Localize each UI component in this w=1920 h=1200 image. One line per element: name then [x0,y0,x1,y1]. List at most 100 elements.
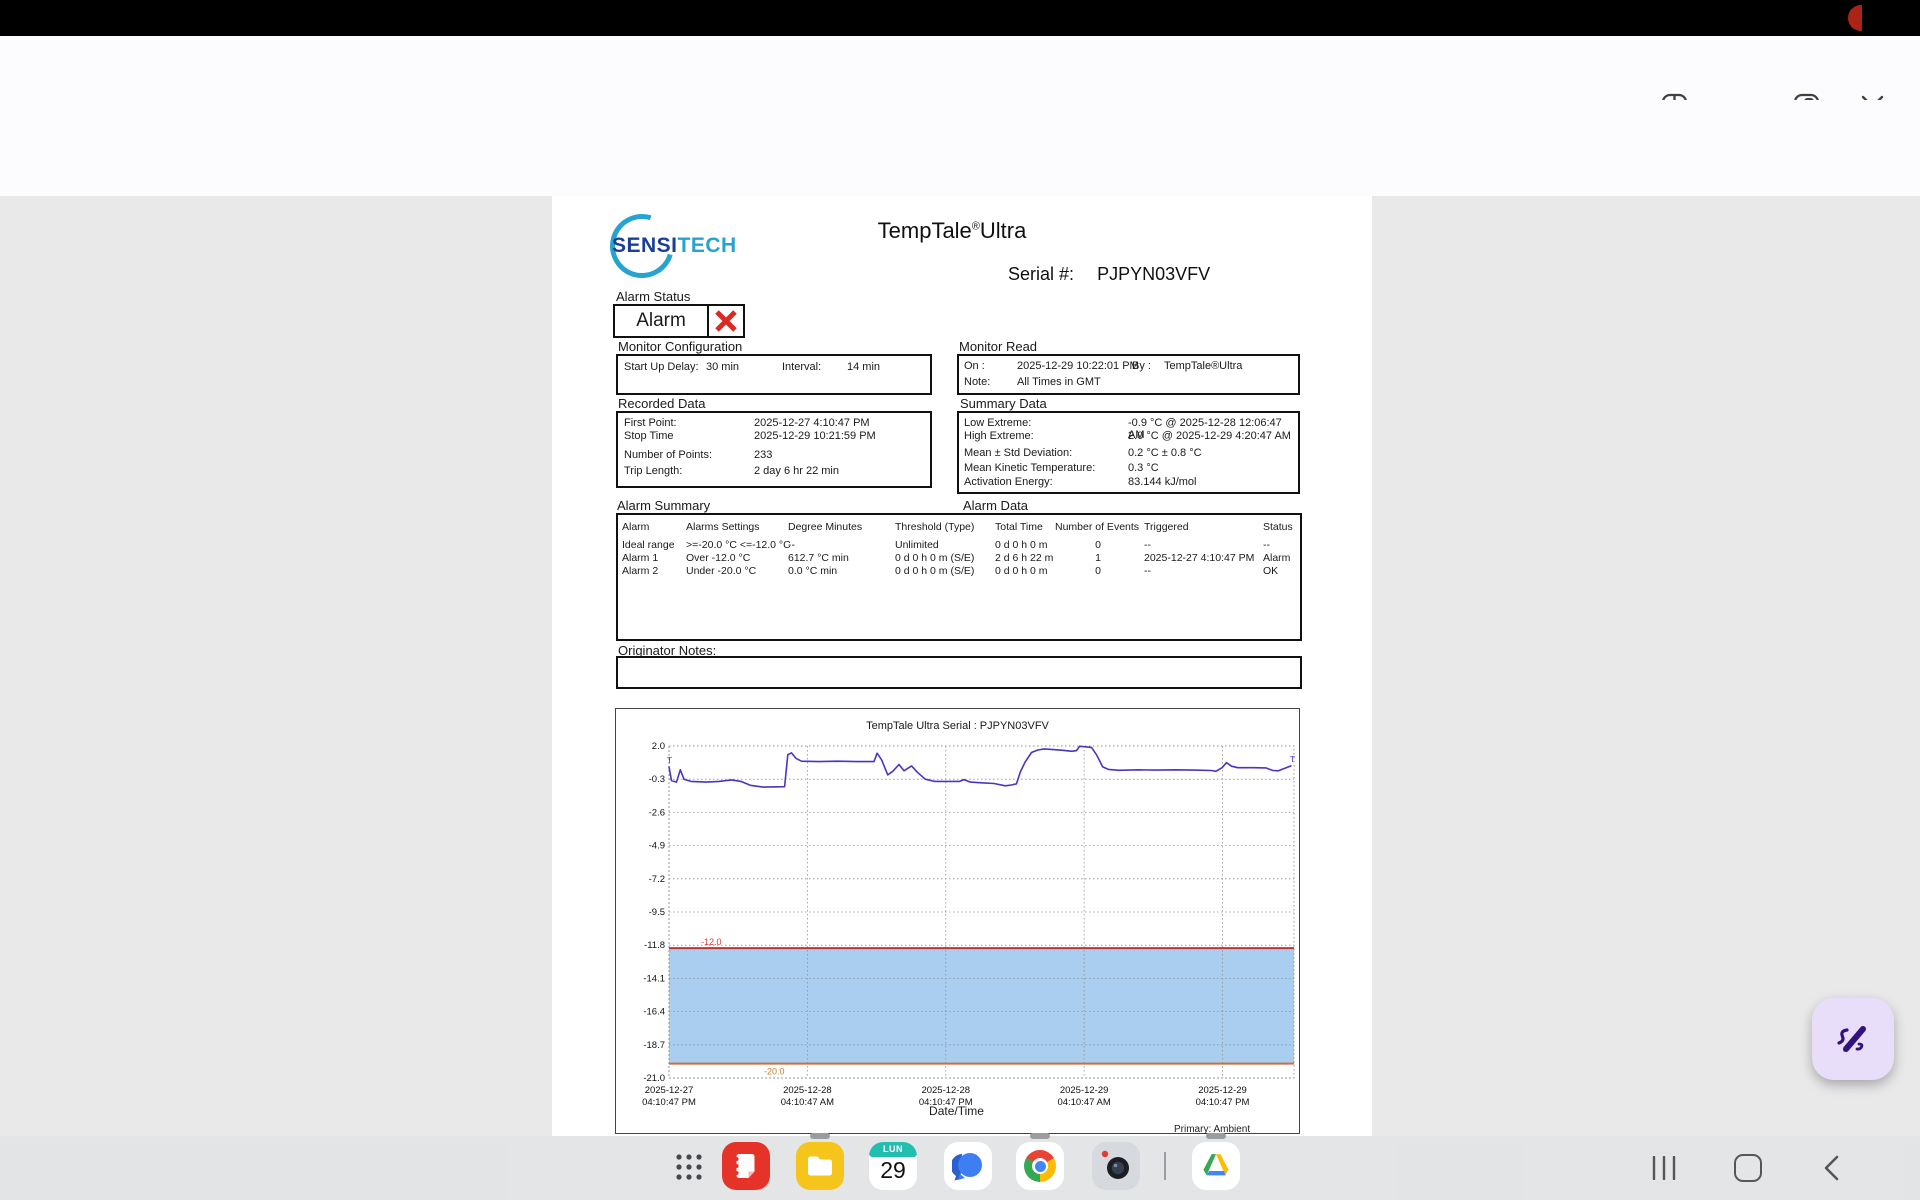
field-text: 2025-12-27 4:10:47 PM [1144,552,1255,564]
running-app-pill [810,1133,830,1139]
y-tick-label: -21.0 [643,1073,665,1084]
drive-icon [1203,1154,1229,1176]
app-messages-button[interactable] [944,1142,992,1190]
back-icon [1824,1155,1839,1181]
field-text: Alarm [622,521,650,533]
field-text: Ideal range [622,539,675,551]
app-chrome-button[interactable] [1016,1142,1064,1190]
field-text: Alarm [1263,552,1291,564]
field-text: -- [788,539,795,551]
temperature-series [668,745,1292,788]
field-text: -- [1144,565,1151,577]
read-note-label: Note: [964,376,991,388]
chrome-icon [1024,1150,1056,1182]
nav-home-button[interactable] [1728,1148,1768,1188]
field-text: Alarms Settings [686,521,760,533]
app-notes-button[interactable] [722,1142,770,1190]
report-title-name: TempTale [877,218,972,243]
alarm-data-heading: Alarm Data [963,498,1029,513]
field-text: Triggered [1144,521,1189,533]
alarm-table: Alarm Alarms Settings Degree Minutes Thresh… [616,513,1302,641]
summary-data-heading: Summary Data [960,396,1047,411]
monitor-read-heading: Monitor Read [959,339,1038,354]
field-text: Alarm 1 [622,552,659,564]
field-text: Unlimited [895,539,939,551]
nav-back-button[interactable] [1812,1148,1852,1188]
running-app-pill [1030,1133,1050,1139]
pdf-page: SENSITECH TempTale®Ultra Serial #: PJPYN… [552,196,1372,1200]
field-text: 0 d 0 h 0 m [995,539,1048,551]
calendar-day-label: 29 [880,1157,906,1183]
recents-icon [1652,1156,1676,1180]
field-text: 2 d 6 h 22 m [995,552,1054,564]
monitor-config-heading: Monitor Configuration [618,339,743,354]
x-tick-date: 2025-12-29 [1060,1085,1109,1096]
field-text: Alarm 2 [622,565,659,577]
field-text: Threshold (Type) [895,521,975,533]
alarm-x-icon [709,306,743,336]
field-text: Low Extreme: [964,417,1032,429]
annotate-fab[interactable] [1812,998,1894,1080]
y-tick-label: -7.2 [649,874,665,885]
calendar-month-label: LUN [869,1142,917,1157]
y-tick-label: -0.3 [649,774,665,785]
app-drive-button[interactable] [1192,1142,1240,1190]
app-my-files-button[interactable] [796,1142,844,1190]
field-text: 0.2 °C ± 0.8 °C [1128,447,1202,459]
report-title: TempTale®Ultra [832,218,1072,244]
field-text: Under -20.0 °C [686,565,757,577]
app-drawer-button[interactable] [674,1152,704,1187]
x-tick-date: 2025-12-28 [783,1085,832,1096]
field-text: >=-20.0 °C <=-12.0 °C [686,539,791,551]
field-text: 1 [1095,552,1101,564]
y-tick-label: -18.7 [643,1040,665,1051]
logo-text-tech: TECH [677,234,737,257]
x-tick-date: 2025-12-28 [921,1085,970,1096]
field-text: 0 d 0 h 0 m (S/E) [895,565,975,577]
x-tick-date: 2025-12-29 [1198,1085,1247,1096]
field-text: -- [1144,539,1151,551]
content-area[interactable]: SENSITECH TempTale®Ultra Serial #: PJPYN… [0,196,1920,1200]
field-text: 233 [754,449,773,461]
field-text: High Extreme: [964,430,1034,442]
read-by-label: By : [1132,360,1151,372]
nav-recents-button[interactable] [1644,1148,1684,1188]
y-tick-label: -16.4 [643,1007,665,1018]
field-text: Mean ± Std Deviation: [964,447,1073,459]
chart-svg: 2.0 -0.3 -2.6 -4.9 -7.2 -9.5 -11.8 -14.1 -16.4 -1… [642,741,1295,1108]
serial-label: Serial #: [1008,264,1075,284]
registered-mark: ® [971,220,980,233]
monitor-read-box: On : 2025-12-29 10:22:01 PM By : TempTal… [957,354,1300,395]
field-text: Total Time [995,521,1043,533]
home-icon [1734,1154,1762,1182]
read-on-value: 2025-12-29 10:22:01 PM [1017,360,1139,372]
chart-box: TempTale Ultra Serial : PJPYN03VFV 2.0 -0… [615,708,1300,1134]
messages-icon [952,1153,982,1181]
field-text: Over -12.0 °C [686,552,751,564]
recorded-data-heading: Recorded Data [618,396,706,411]
serial-line: Serial #: PJPYN03VFV [1008,264,1210,285]
originator-notes-box[interactable] [616,656,1302,689]
folder-icon [808,1156,832,1176]
field-text: 2025-12-29 10:21:59 PM [754,430,876,442]
field-text: 83.144 kJ/mol [1128,476,1197,488]
field-text: OK [1263,565,1279,577]
app-camera-button[interactable] [1092,1142,1140,1190]
field-text: 0 d 0 h 0 m [995,565,1048,577]
field-text: First Point: [624,417,677,429]
y-tick-label: -2.6 [649,807,665,818]
startup-delay-value: 30 min [706,361,740,373]
field-text: 0.3 °C [1128,462,1159,474]
screen: PJPYN03VFV_0.pdf [0,0,1920,1200]
field-text: 0 [1095,539,1101,551]
interval-label: Interval: [782,361,822,373]
serial-value: PJPYN03VFV [1097,264,1211,284]
field-text: 612.7 °C min [788,552,849,564]
app-calendar-button[interactable]: LUN 29 [869,1142,917,1190]
interval-value: 14 min [847,361,881,373]
field-text: -- [1263,539,1270,551]
read-note-value: All Times in GMT [1017,376,1101,388]
field-text: 2.0 °C @ 2025-12-29 4:20:47 AM [1128,430,1291,442]
y-tick-label: 2.0 [652,741,665,752]
field-text: Trip Length: [624,465,683,477]
